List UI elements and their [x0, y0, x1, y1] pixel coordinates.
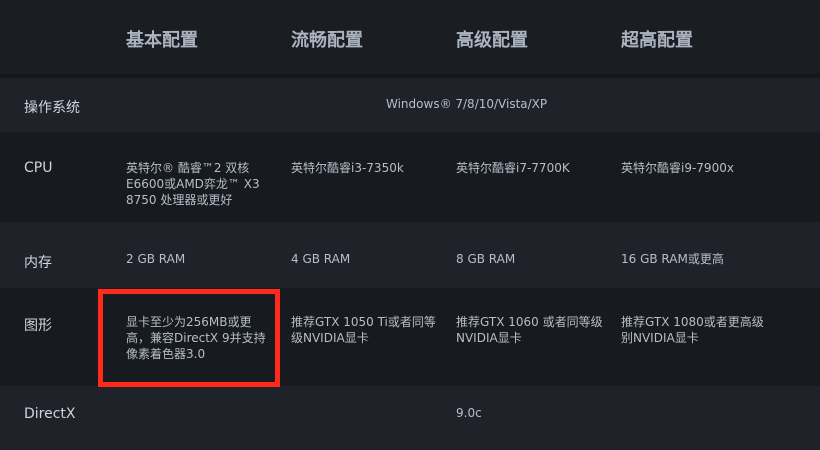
cpu-advanced: 英特尔酷睿i7-7700K — [456, 161, 570, 175]
row-label-os: 操作系统 — [24, 100, 80, 116]
graphics-ultra: 推荐GTX 1080或者更高级别NVIDIA显卡 — [621, 315, 764, 345]
table-row-directx: DirectX 9.0c — [0, 386, 820, 450]
header-basic: 基本配置 — [126, 30, 198, 51]
os-value: Windows® 7/8/10/Vista/XP — [386, 97, 548, 111]
header-advanced: 高级配置 — [456, 30, 528, 51]
cpu-smooth: 英特尔酷睿i3-7350k — [291, 161, 404, 175]
memory-ultra: 16 GB RAM或更高 — [621, 252, 724, 266]
memory-smooth: 4 GB RAM — [291, 252, 351, 266]
cpu-basic: 英特尔® 酷睿™2 双核 E6600或AMD弈龙™ X3 8750 处理器或更好 — [126, 161, 260, 207]
table-row-os: 操作系统 Windows® 7/8/10/Vista/XP — [0, 78, 820, 132]
graphics-smooth: 推荐GTX 1050 Ti或者同等级NVIDIA显卡 — [291, 315, 436, 345]
table-header: 基本配置 流畅配置 高级配置 超高配置 — [0, 0, 820, 74]
table-row-memory: 内存 2 GB RAM 4 GB RAM 8 GB RAM 16 GB RAM或… — [0, 222, 820, 288]
graphics-advanced: 推荐GTX 1060 或者同等级NVIDIA显卡 — [456, 315, 603, 345]
header-smooth: 流畅配置 — [291, 30, 363, 51]
row-label-directx: DirectX — [24, 406, 76, 422]
directx-value: 9.0c — [456, 406, 482, 420]
row-label-graphics: 图形 — [24, 318, 52, 334]
table-row-cpu: CPU 英特尔® 酷睿™2 双核 E6600或AMD弈龙™ X3 8750 处理… — [0, 132, 820, 222]
cpu-ultra: 英特尔酷睿i9-7900x — [621, 161, 734, 175]
memory-basic: 2 GB RAM — [126, 252, 186, 266]
header-ultra: 超高配置 — [621, 30, 693, 51]
row-label-memory: 内存 — [24, 255, 52, 271]
row-label-cpu: CPU — [24, 160, 53, 176]
highlight-box — [98, 289, 280, 387]
memory-advanced: 8 GB RAM — [456, 252, 516, 266]
